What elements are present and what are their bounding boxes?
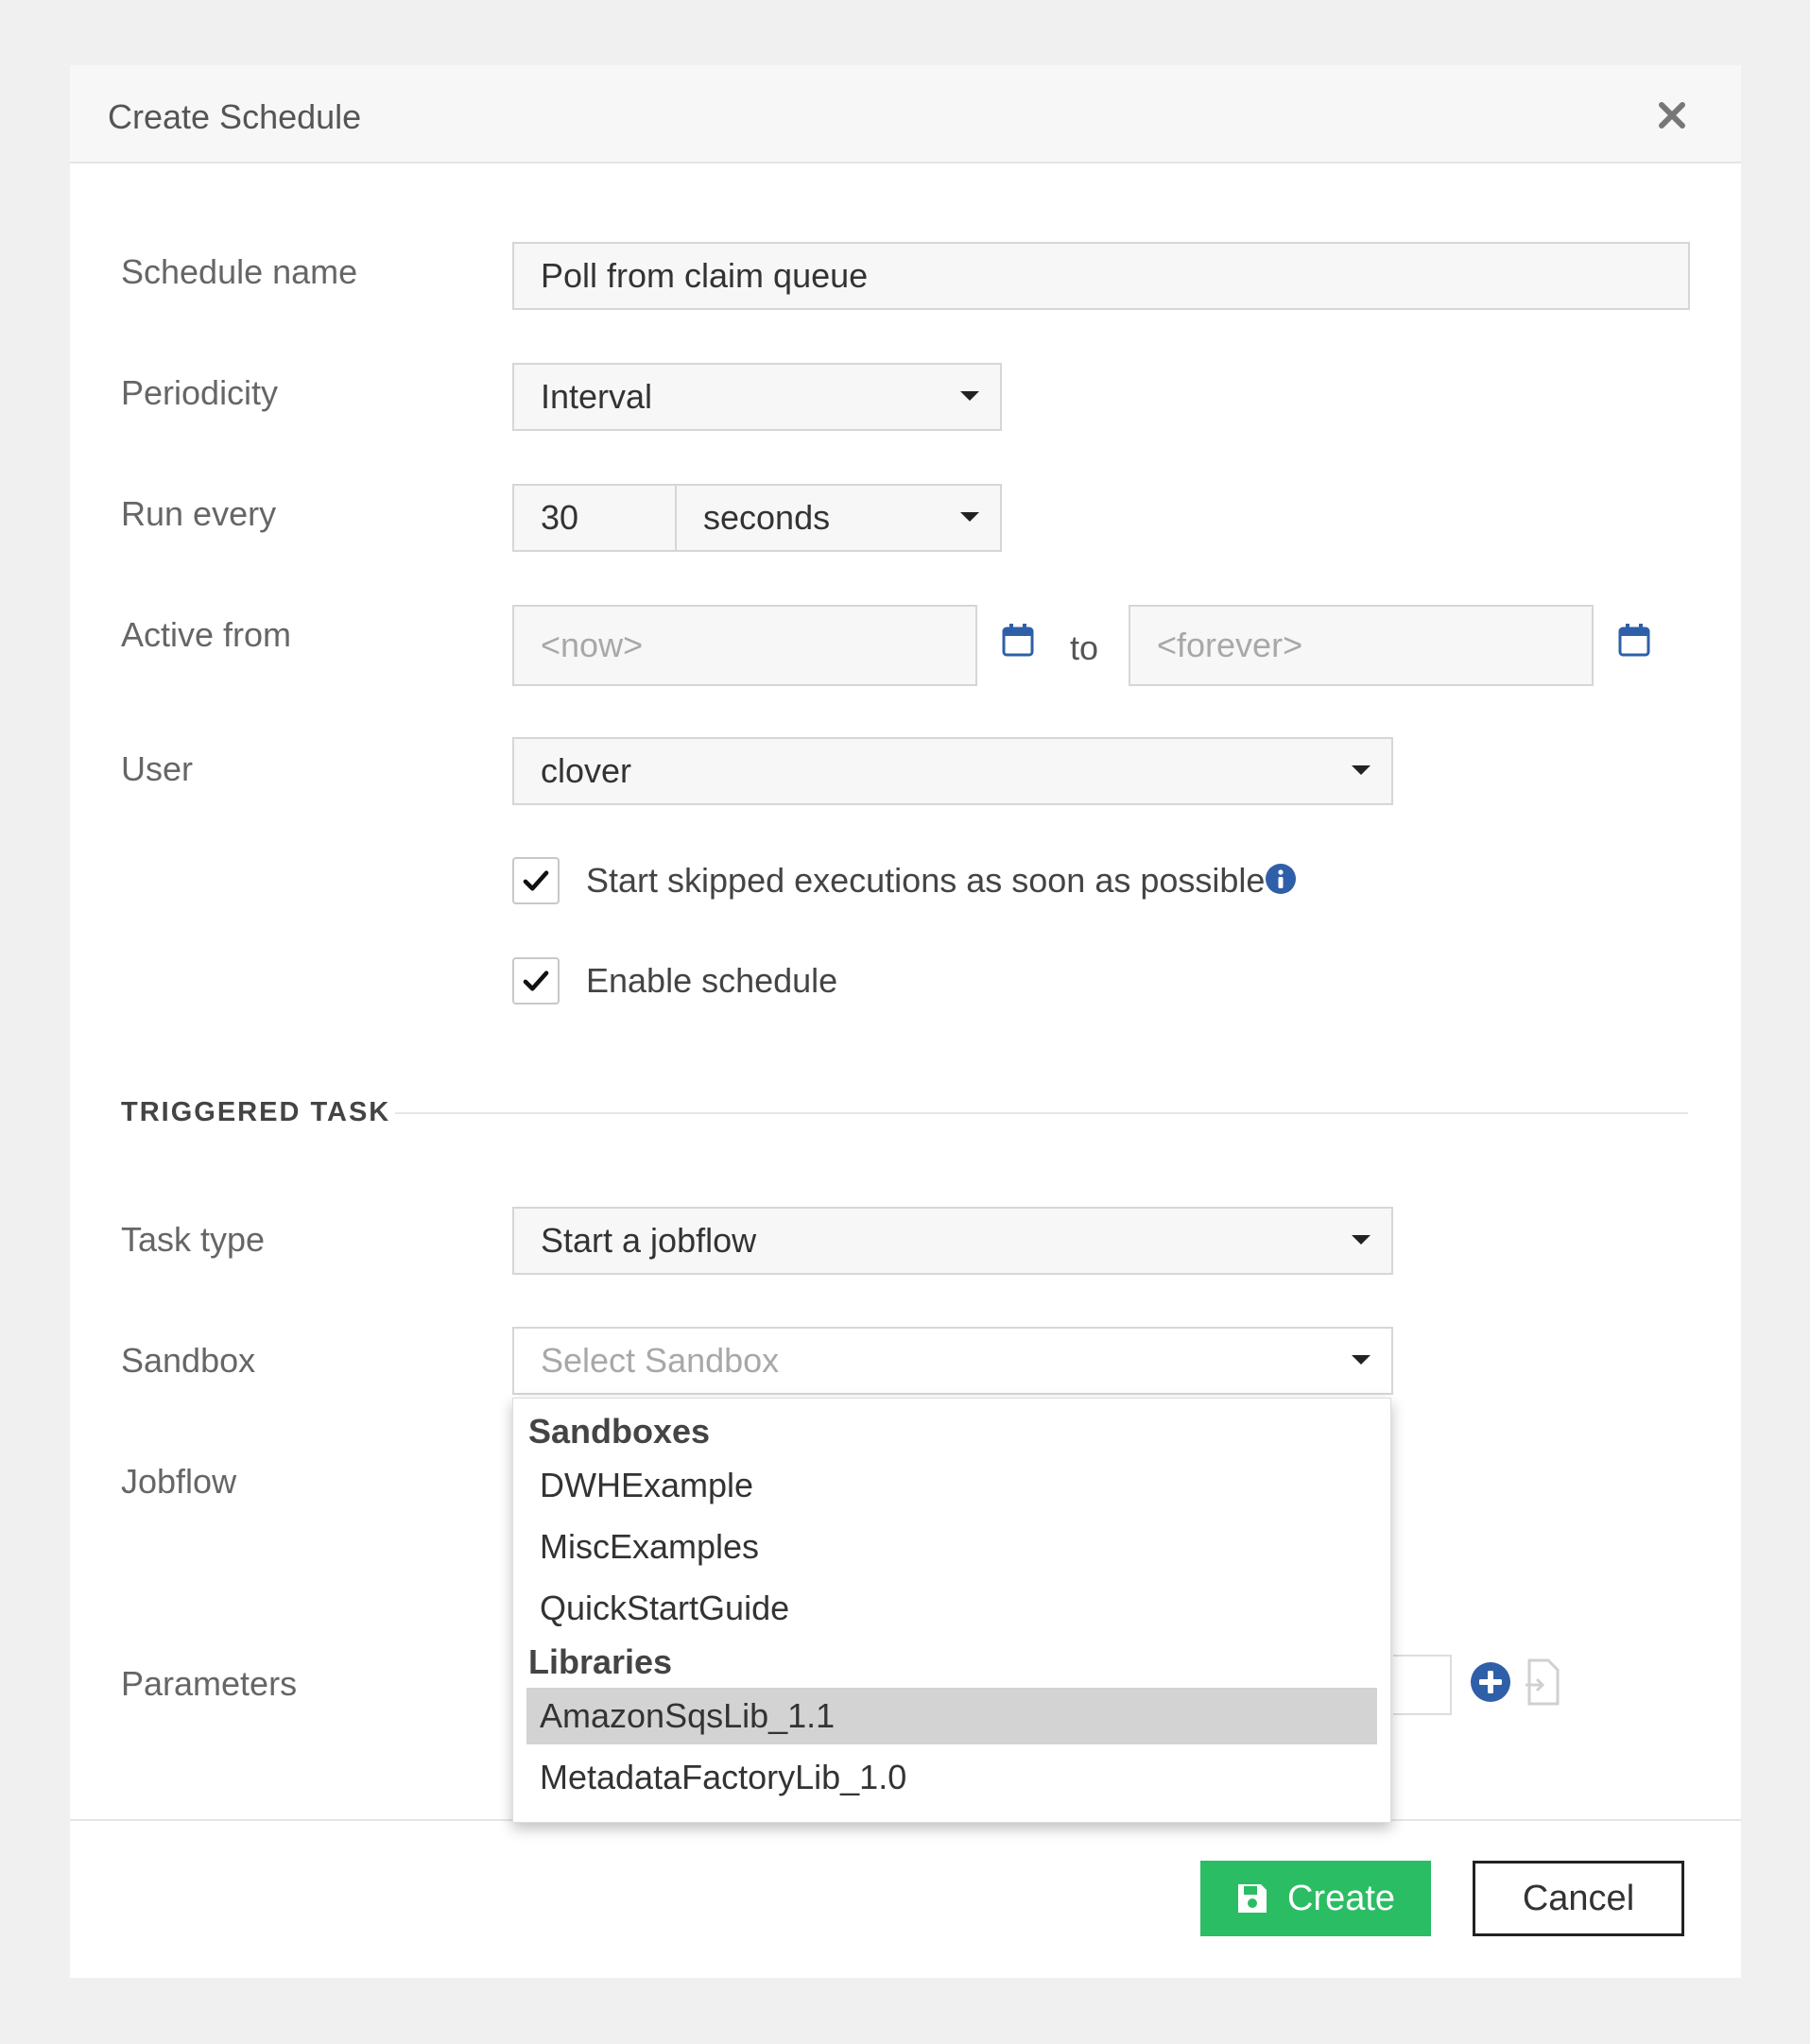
periodicity-label: Periodicity — [121, 373, 279, 412]
triggered-task-heading: TRIGGERED TASK — [121, 1097, 391, 1127]
chevron-down-icon — [1352, 765, 1370, 775]
sandbox-label: Sandbox — [121, 1341, 256, 1380]
periodicity-value: Interval — [541, 377, 653, 416]
cancel-button[interactable]: Cancel — [1473, 1861, 1684, 1936]
active-to-separator: to — [1070, 628, 1099, 667]
sandbox-option[interactable]: DWHExample — [526, 1457, 1377, 1514]
create-button-label: Create — [1286, 1878, 1396, 1918]
save-icon — [1237, 1884, 1267, 1913]
chevron-down-icon — [1352, 1235, 1370, 1245]
section-divider — [395, 1112, 1688, 1114]
chevron-down-icon — [960, 512, 979, 522]
dialog-title: Create Schedule — [108, 97, 362, 136]
library-option[interactable]: MetadataFactoryLib_1.0 — [526, 1749, 1377, 1806]
import-file-icon[interactable] — [1524, 1658, 1561, 1706]
sandbox-placeholder: Select Sandbox — [541, 1341, 780, 1380]
active-from-input[interactable]: <now> — [512, 605, 977, 686]
sandbox-option[interactable]: QuickStartGuide — [526, 1580, 1377, 1637]
jobflow-label: Jobflow — [121, 1462, 237, 1501]
start-skipped-checkbox[interactable] — [512, 857, 560, 904]
sandbox-option[interactable]: MiscExamples — [526, 1519, 1377, 1575]
calendar-icon[interactable] — [1002, 623, 1034, 657]
chevron-down-icon — [960, 391, 979, 401]
calendar-icon[interactable] — [1618, 623, 1650, 657]
close-icon[interactable] — [1656, 99, 1688, 131]
info-icon[interactable] — [1265, 863, 1297, 895]
periodicity-select[interactable]: Interval — [512, 363, 1002, 431]
add-parameter-icon[interactable] — [1469, 1660, 1512, 1704]
library-option-highlighted[interactable]: AmazonSqsLib_1.1 — [526, 1688, 1377, 1744]
create-button[interactable]: Create — [1200, 1861, 1431, 1936]
create-schedule-dialog: Create Schedule Schedule name Poll from … — [70, 65, 1741, 1978]
active-from-label: Active from — [121, 615, 292, 654]
user-value: clover — [541, 751, 632, 790]
chevron-down-icon — [1352, 1355, 1370, 1365]
parameters-input[interactable] — [1393, 1655, 1452, 1715]
user-label: User — [121, 749, 194, 788]
dropdown-group-sandboxes: Sandboxes — [528, 1412, 711, 1451]
checkmark-icon — [523, 970, 549, 991]
enable-schedule-label: Enable schedule — [586, 961, 838, 1000]
run-every-unit-select[interactable]: seconds — [675, 484, 1002, 552]
run-every-input[interactable]: 30 — [512, 484, 677, 552]
start-skipped-label: Start skipped executions as soon as poss… — [586, 861, 1266, 900]
dialog-footer: Create Cancel — [70, 1819, 1741, 1978]
sandbox-select[interactable]: Select Sandbox — [512, 1327, 1393, 1395]
task-type-value: Start a jobflow — [541, 1221, 757, 1260]
cancel-button-label: Cancel — [1522, 1878, 1635, 1918]
dialog-header: Create Schedule — [70, 65, 1741, 163]
active-to-input[interactable]: <forever> — [1129, 605, 1594, 686]
run-every-label: Run every — [121, 494, 277, 533]
enable-schedule-checkbox[interactable] — [512, 957, 560, 1005]
run-every-unit-value: seconds — [703, 498, 831, 537]
task-type-select[interactable]: Start a jobflow — [512, 1207, 1393, 1275]
parameters-label: Parameters — [121, 1664, 298, 1703]
schedule-name-input[interactable]: Poll from claim queue — [512, 242, 1690, 310]
checkmark-icon — [523, 870, 549, 891]
dropdown-group-libraries: Libraries — [528, 1642, 673, 1681]
user-select[interactable]: clover — [512, 737, 1393, 805]
task-type-label: Task type — [121, 1220, 266, 1259]
sandbox-dropdown: Sandboxes DWHExample MiscExamples QuickS… — [512, 1398, 1391, 1823]
schedule-name-label: Schedule name — [121, 252, 358, 291]
